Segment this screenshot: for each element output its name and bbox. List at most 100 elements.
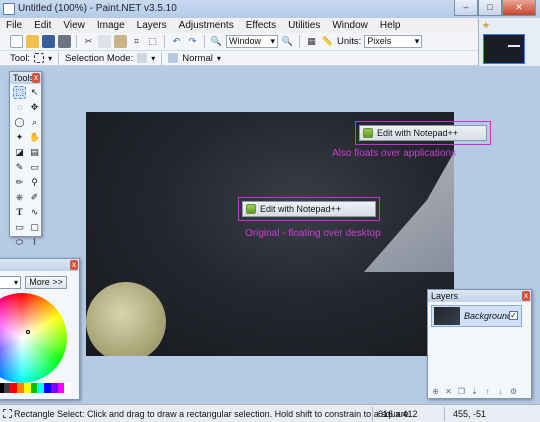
color-swatch[interactable]: [50, 383, 58, 393]
menu-view[interactable]: View: [57, 20, 91, 31]
context-menu-original: Edit with Notepad++: [238, 197, 380, 221]
pencil-tool-icon[interactable]: ✏: [13, 176, 26, 189]
units-select[interactable]: Pixels ▾: [364, 35, 423, 48]
menu-adjustments[interactable]: Adjustments: [173, 20, 240, 31]
clone-stamp-tool-icon[interactable]: ⎈: [13, 191, 26, 204]
color-swatch[interactable]: [30, 383, 38, 393]
chevron-down-icon: ▾: [270, 36, 275, 46]
toolbar-separator: [299, 35, 300, 48]
menu-image[interactable]: Image: [91, 20, 131, 31]
toolbar-separator: [76, 35, 77, 48]
menu-layers[interactable]: Layers: [131, 20, 173, 31]
rounded-rectangle-tool-icon[interactable]: ▢: [28, 221, 41, 234]
zoom-select[interactable]: Window ▾: [226, 35, 278, 48]
new-icon[interactable]: [10, 35, 23, 48]
eraser-tool-icon[interactable]: ▭: [28, 161, 41, 174]
color-picker-tool-icon[interactable]: ⚲: [28, 176, 41, 189]
colors-palette-title[interactable]: x: [0, 259, 79, 271]
recolor-tool-icon[interactable]: ✐: [28, 191, 41, 204]
menu-bar: File Edit View Image Layers Adjustments …: [0, 18, 478, 33]
menu-edit[interactable]: Edit: [28, 20, 57, 31]
add-layer-icon[interactable]: ⊕: [431, 387, 440, 396]
color-swatch[interactable]: [64, 383, 72, 393]
layer-visibility-checkbox[interactable]: ✓: [509, 311, 518, 320]
minimize-button[interactable]: –: [454, 0, 478, 16]
chevron-down-icon[interactable]: ▾: [151, 54, 155, 63]
zoom-in-icon[interactable]: 🔍: [281, 35, 294, 48]
tools-palette-title[interactable]: Tools x: [10, 72, 41, 84]
maximize-button[interactable]: □: [478, 0, 502, 16]
grid-icon[interactable]: ▦: [305, 35, 318, 48]
duplicate-layer-icon[interactable]: ❐: [457, 387, 466, 396]
close-icon[interactable]: x: [32, 73, 40, 83]
zoom-out-icon[interactable]: 🔍: [210, 35, 223, 48]
menu-help[interactable]: Help: [374, 20, 407, 31]
menu-window[interactable]: Window: [326, 20, 374, 31]
selection-mode-icon[interactable]: [137, 53, 148, 63]
close-button[interactable]: ✕: [502, 0, 536, 16]
primary-secondary-select[interactable]: ▾: [0, 276, 21, 289]
menu-effects[interactable]: Effects: [240, 20, 282, 31]
crop-icon[interactable]: ⌗: [130, 35, 143, 48]
menu-utilities[interactable]: Utilities: [282, 20, 326, 31]
undo-icon[interactable]: ↶: [170, 35, 183, 48]
pan-tool-icon[interactable]: ✋: [28, 131, 41, 144]
toolbar-separator: [204, 35, 205, 48]
ellipse-tool-icon[interactable]: ⬭: [13, 236, 26, 249]
color-swatch[interactable]: [17, 383, 24, 393]
chevron-down-icon[interactable]: ▾: [48, 54, 52, 63]
zoom-tool-icon[interactable]: ⌕: [28, 116, 41, 129]
blend-mode-value[interactable]: Normal: [182, 53, 213, 64]
move-layer-down-icon[interactable]: ↓: [496, 387, 505, 396]
magic-wand-tool-icon[interactable]: ✦: [13, 131, 26, 144]
line-curve-tool-icon[interactable]: ∿: [28, 206, 41, 219]
menu-file[interactable]: File: [0, 20, 28, 31]
save-icon[interactable]: [42, 35, 55, 48]
layer-row-background[interactable]: Background ✓: [431, 305, 522, 327]
print-icon[interactable]: [58, 35, 71, 48]
color-swatch[interactable]: [10, 383, 18, 393]
paint-bucket-tool-icon[interactable]: ◪: [13, 146, 26, 159]
notepadplusplus-icon: [246, 204, 256, 214]
image-thumbnail[interactable]: [483, 34, 525, 64]
move-selection-tool-icon[interactable]: ↖: [28, 86, 41, 99]
close-icon[interactable]: x: [70, 260, 78, 270]
layer-properties-icon[interactable]: ⚙: [509, 387, 518, 396]
ellipse-select-tool-icon[interactable]: ◯: [13, 116, 26, 129]
color-wheel-picker[interactable]: [26, 330, 30, 334]
deselect-icon[interactable]: ⬚: [146, 35, 159, 48]
ruler-icon[interactable]: 📏: [321, 35, 334, 48]
cut-icon[interactable]: ✂: [82, 35, 95, 48]
window-title: Untitled (100%) - Paint.NET v3.5.10: [18, 3, 177, 14]
lasso-tool-icon[interactable]: ◌: [13, 101, 26, 114]
layers-palette-title[interactable]: Layers x: [428, 290, 531, 302]
move-layer-up-icon[interactable]: ↑: [483, 387, 492, 396]
tools-grid: ⬚ ↖ ◌ ✥ ◯ ⌕ ✦ ✋ ◪ ▤ ✎ ▭ ✏ ⚲ ⎈ ✐ T ∿ ▭ ▢ …: [10, 84, 41, 251]
edit-with-notepad-menu-item[interactable]: Edit with Notepad++: [242, 201, 376, 217]
chevron-down-icon[interactable]: ▾: [217, 54, 221, 63]
edit-with-notepad-menu-item[interactable]: Edit with Notepad++: [359, 125, 487, 141]
paste-icon[interactable]: [114, 35, 127, 48]
merge-layer-icon[interactable]: ⇣: [470, 387, 479, 396]
freeform-shape-tool-icon[interactable]: ⌇: [28, 236, 41, 249]
redo-icon[interactable]: ↷: [186, 35, 199, 48]
close-icon[interactable]: x: [522, 291, 530, 301]
color-swatch[interactable]: [3, 383, 11, 393]
open-icon[interactable]: [26, 35, 39, 48]
paintbrush-tool-icon[interactable]: ✎: [13, 161, 26, 174]
more-colors-button[interactable]: More >>: [25, 276, 67, 289]
copy-icon[interactable]: [98, 35, 111, 48]
move-tool-icon[interactable]: ✥: [28, 101, 41, 114]
color-swatch[interactable]: [44, 383, 51, 393]
rectangle-select-icon[interactable]: [34, 53, 45, 63]
blend-mode-icon[interactable]: [168, 53, 179, 63]
color-swatch[interactable]: [37, 383, 45, 393]
color-swatch[interactable]: [23, 383, 31, 393]
gradient-tool-icon[interactable]: ▤: [28, 146, 41, 159]
delete-layer-icon[interactable]: ✕: [444, 387, 453, 396]
text-tool-icon[interactable]: T: [13, 206, 26, 219]
rectangle-select-tool-icon[interactable]: ⬚: [13, 86, 26, 99]
rectangle-tool-icon[interactable]: ▭: [13, 221, 26, 234]
color-wheel[interactable]: [0, 293, 67, 383]
color-swatch[interactable]: [57, 383, 65, 393]
